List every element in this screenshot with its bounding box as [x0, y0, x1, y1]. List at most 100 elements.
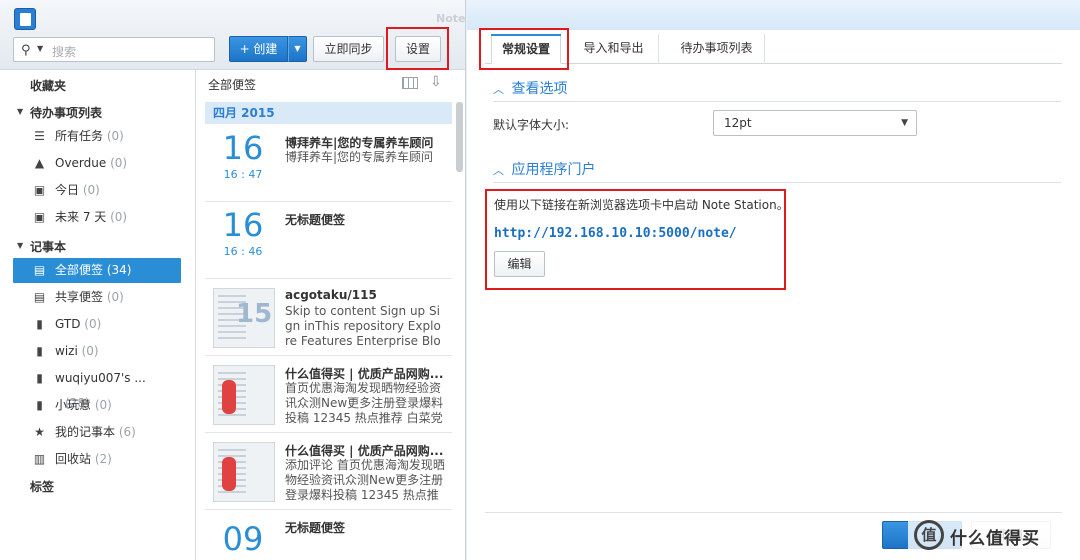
sidebar-item-count: (0)	[110, 210, 128, 224]
sidebar-item-count: (34)	[106, 263, 132, 277]
note-item[interactable]: 什么值得买 | 优质产品网购... 添加评论 首页优惠海淘发现晒物经验资讯众测N…	[205, 434, 452, 510]
divider	[493, 101, 1061, 102]
tab-import-export[interactable]: 导入和导出	[569, 34, 659, 64]
sidebar-item-label: 小玩意	[55, 398, 92, 412]
notes-icon: ▤	[33, 263, 46, 277]
calendar-week-icon: ▣	[33, 210, 46, 224]
app-title: Note	[436, 12, 466, 25]
sidebar-item-count: (0)	[81, 344, 99, 358]
sidebar-tags[interactable]: 标签	[30, 478, 54, 495]
search-input[interactable]: ⚲ ▼ 搜索	[13, 37, 215, 62]
note-day: 16	[222, 206, 264, 244]
note-list-panel: 全部便签 ⇩ 四月 2015 16 16 : 47 博拜养车|您的专属养车顾问 …	[197, 70, 465, 560]
note-day: 09	[222, 520, 264, 558]
note-item[interactable]: 09 无标题便签	[205, 511, 452, 560]
note-station-window: Note ⚲ ▼ 搜索 + 创建 ▼ 立即同步 设置 收藏夹 ▼ 待办事项列表 …	[0, 0, 466, 560]
sidebar-item-label: wizi	[55, 344, 78, 358]
notebook-icon: ▮	[36, 371, 43, 385]
note-station-app-icon	[14, 8, 36, 30]
sidebar-item-shared-notes[interactable]: ▤ 共享便签 (0)	[13, 285, 181, 310]
note-title: acgotaku/115	[285, 288, 377, 302]
watermark-text: 什么值得买	[950, 529, 1040, 549]
note-time: 16 : 47	[223, 168, 263, 181]
shared-notes-icon: ▤	[33, 290, 46, 304]
section-title: 应用程序门户	[511, 162, 596, 178]
sidebar-item-label: 所有任务	[55, 129, 104, 143]
note-snippet: 博拜养车|您的专属养车顾问	[285, 150, 434, 164]
create-dropdown-button[interactable]: ▼	[288, 36, 307, 62]
note-title: 博拜养车|您的专属养车顾问	[285, 136, 434, 150]
settings-dialog: 常规设置 导入和导出 待办事项列表 ︿ 查看选项 默认字体大小: 12pt ▼ …	[467, 0, 1080, 560]
search-icon: ⚲	[21, 43, 31, 58]
sidebar-item-wizi[interactable]: ▮ wizi (0)	[13, 339, 181, 364]
note-item[interactable]: 15 acgotaku/115 Skip to content Sign up …	[205, 280, 452, 356]
create-button[interactable]: + 创建	[229, 36, 288, 62]
highlight-box-portal	[485, 189, 786, 290]
font-size-select[interactable]: 12pt ▼	[713, 110, 917, 136]
sidebar-todo-group[interactable]: 待办事项列表	[30, 104, 102, 121]
sidebar-item-today[interactable]: ▣ 今日 (0)	[13, 178, 181, 203]
watermark: 值 什么值得买	[908, 516, 1074, 556]
sidebar-item-next-7-days[interactable]: ▣ 未来 7 天 (0)	[13, 205, 181, 230]
sidebar-item-count: (0)	[82, 183, 100, 197]
note-snippet: 添加评论 首页优惠海淘发现晒物经验资讯众测New更多注册登录爆料投稿 12345…	[285, 458, 445, 502]
collapse-triangle-icon[interactable]: ▼	[17, 241, 23, 250]
sidebar-item-recycle-bin[interactable]: ▥ 回收站 (2)	[13, 447, 181, 472]
dialog-titlebar	[467, 0, 1080, 30]
sidebar-item-count: (0)	[110, 156, 128, 170]
chevron-down-icon[interactable]: ▼	[37, 44, 43, 53]
sync-now-button[interactable]: 立即同步	[313, 36, 384, 62]
notebook-icon: ▮	[36, 344, 43, 358]
sidebar-item-gadgets[interactable]: ▮ 小玩意 (0)	[13, 393, 181, 418]
sidebar: 收藏夹 ▼ 待办事项列表 ☰ 所有任务 (0) ▲ Overdue (0) ▣ …	[0, 70, 196, 560]
sidebar-item-label: 我的记事本	[55, 425, 116, 439]
note-list-scrollbar[interactable]	[456, 102, 463, 172]
sidebar-item-count: (6)	[118, 425, 136, 439]
note-snippet: 首页优惠海淘发现晒物经验资讯众测New更多注册登录爆料投稿 12345 热点推荐…	[285, 381, 444, 425]
sidebar-notebook-group[interactable]: 记事本	[30, 238, 66, 255]
sidebar-item-label: 今日	[55, 183, 80, 197]
highlight-box-general-tab	[479, 28, 569, 70]
sidebar-item-all-notes[interactable]: ▤ 全部便签 (34)	[13, 258, 181, 283]
warning-icon: ▲	[34, 156, 45, 170]
sidebar-favorites[interactable]: 收藏夹	[30, 77, 66, 94]
chevron-up-icon: ︿	[493, 83, 504, 96]
sidebar-item-my-notebook[interactable]: ★ 我的记事本 (6)	[13, 420, 181, 445]
note-item[interactable]: 16 16 : 47 博拜养车|您的专属养车顾问 博拜养车|您的专属养车顾问	[205, 126, 452, 202]
note-item[interactable]: 16 16 : 46 无标题便签	[205, 203, 452, 279]
chevron-down-icon: ▼	[901, 118, 908, 128]
collapse-triangle-icon[interactable]: ▼	[17, 107, 23, 116]
font-size-label: 默认字体大小:	[493, 118, 570, 132]
font-size-value: 12pt	[724, 116, 752, 130]
task-list-icon: ☰	[34, 129, 45, 143]
note-list-title: 全部便签	[208, 78, 257, 92]
month-group-header: 四月 2015	[205, 102, 452, 124]
tab-todo-list[interactable]: 待办事项列表	[669, 34, 765, 64]
sidebar-item-gtd[interactable]: ▮ GTD (0)	[13, 312, 181, 337]
grid-view-icon[interactable]	[402, 77, 418, 89]
app-portal-section[interactable]: ︿ 应用程序门户	[493, 159, 595, 179]
divider	[493, 182, 1061, 183]
watermark-logo: 值	[914, 520, 944, 550]
sidebar-item-label: GTD	[55, 317, 81, 331]
note-item[interactable]: 什么值得买 | 优质产品网购... 首页优惠海淘发现晒物经验资讯众测New更多注…	[205, 357, 452, 433]
note-snippet: Skip to content Sign up Sign inThis repo…	[285, 304, 441, 350]
sidebar-item-wuqiyu007[interactable]: ▮ wuqiyu007's ... (28)	[13, 366, 181, 410]
note-title: 什么值得买 | 优质产品网购...	[285, 444, 444, 458]
chevron-up-icon: ︿	[493, 164, 504, 177]
view-options-section[interactable]: ︿ 查看选项	[493, 78, 567, 98]
sidebar-item-label: Overdue	[55, 156, 107, 170]
note-time: 16 : 46	[223, 245, 263, 258]
sidebar-item-label: wuqiyu007's ...	[55, 371, 146, 385]
section-title: 查看选项	[511, 81, 568, 97]
sidebar-item-all-tasks[interactable]: ☰ 所有任务 (0)	[13, 124, 181, 149]
notebook-icon: ▮	[36, 317, 43, 331]
sidebar-item-label: 共享便签	[55, 290, 104, 304]
thumbnail-date: 15	[236, 299, 273, 329]
sidebar-item-overdue[interactable]: ▲ Overdue (0)	[13, 151, 181, 176]
sort-icon[interactable]: ⇩	[430, 74, 442, 90]
sidebar-item-label: 未来 7 天	[55, 210, 107, 224]
note-day: 16	[222, 129, 264, 167]
note-title: 无标题便签	[285, 213, 346, 227]
notebook-icon: ▮	[36, 398, 43, 412]
